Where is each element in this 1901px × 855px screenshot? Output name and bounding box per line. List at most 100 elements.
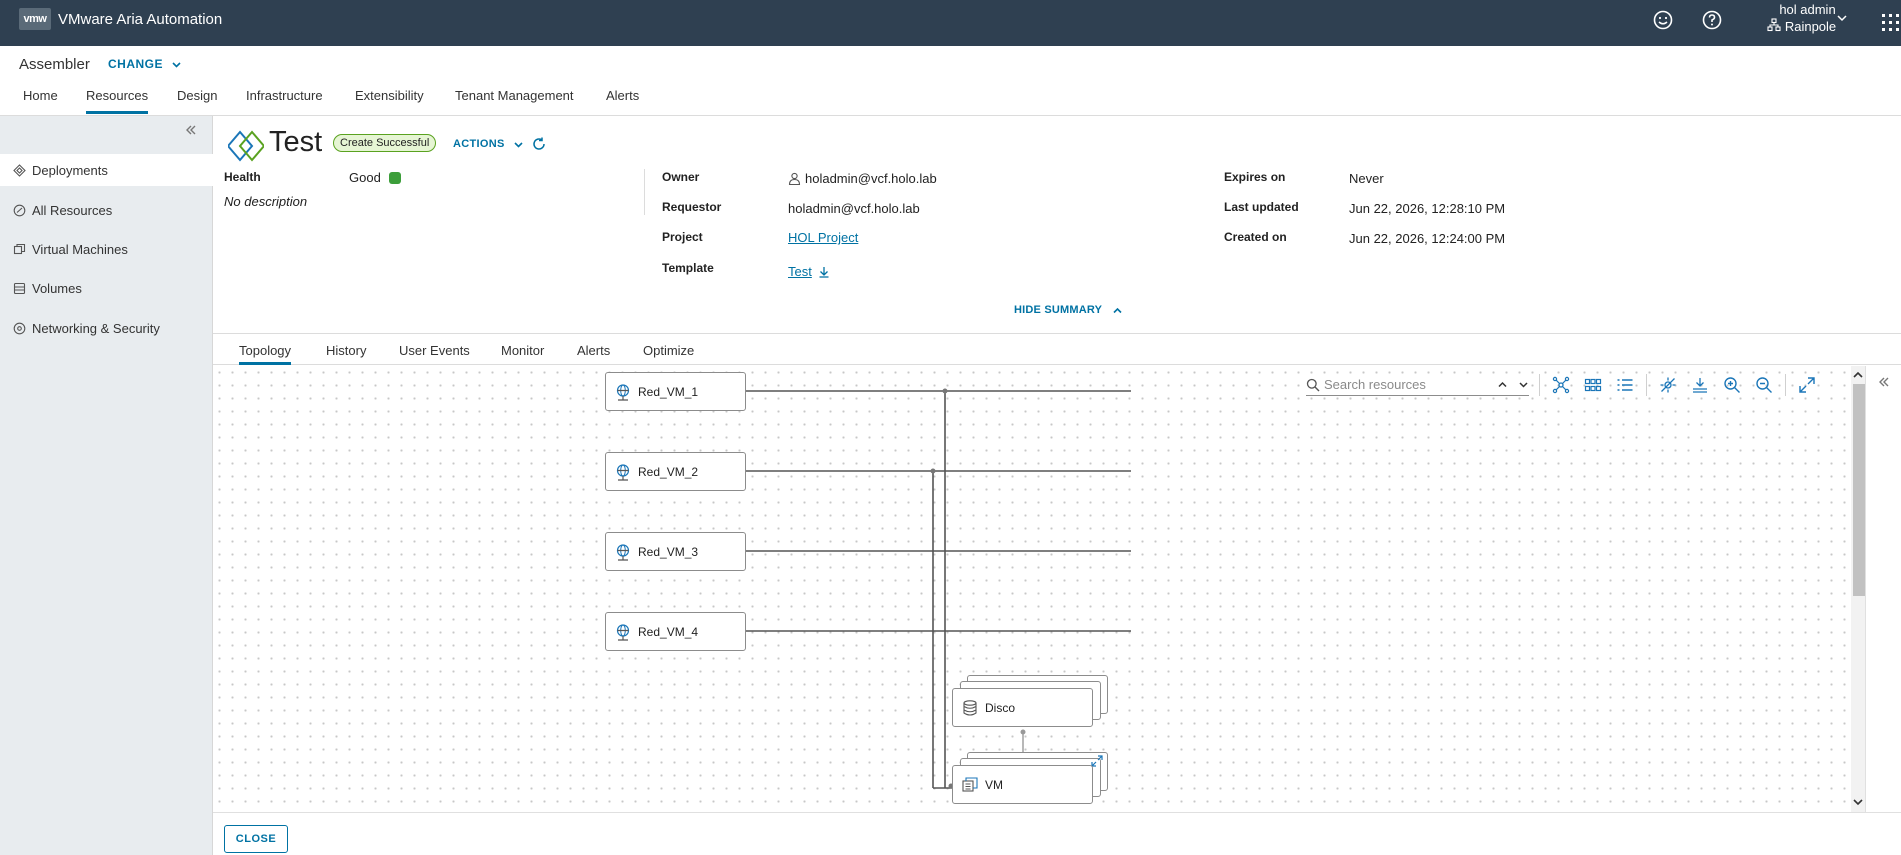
- owner-label: Owner: [662, 170, 700, 184]
- align-bottom-icon[interactable]: [1689, 374, 1711, 396]
- refresh-icon[interactable]: [531, 136, 547, 155]
- search-prev-chevron-up-icon[interactable]: [1497, 379, 1508, 390]
- health-status-dot: [388, 172, 401, 184]
- tab-alerts[interactable]: Alerts: [577, 343, 610, 358]
- actions-button[interactable]: ACTIONS: [453, 138, 524, 150]
- created-on-value: Jun 22, 2026, 12:24:00 PM: [1349, 231, 1506, 246]
- all-resources-icon: [13, 204, 26, 216]
- nav-design[interactable]: Design: [177, 88, 217, 111]
- user-chevron-down-icon[interactable]: [1836, 12, 1848, 27]
- toolbar-divider: [1785, 374, 1786, 396]
- canvas-scrollbar[interactable]: [1851, 366, 1865, 812]
- chevron-down-icon: [514, 141, 523, 148]
- hide-connections-icon[interactable]: [1657, 374, 1679, 396]
- chevron-up-icon: [1113, 307, 1122, 313]
- actions-label: ACTIONS: [453, 138, 505, 150]
- tab-optimize[interactable]: Optimize: [643, 343, 694, 358]
- vm-icon: [13, 243, 26, 254]
- node-label: Red_VM_1: [638, 384, 699, 399]
- deployment-icon: [226, 130, 266, 165]
- tab-history[interactable]: History: [326, 343, 366, 358]
- hide-summary-button[interactable]: HIDE SUMMARY: [1014, 304, 1123, 316]
- fullscreen-expand-icon[interactable]: [1796, 374, 1818, 396]
- nav-home[interactable]: Home: [23, 88, 58, 111]
- scroll-down-arrow-icon[interactable]: [1851, 795, 1865, 809]
- nav-tenant-management[interactable]: Tenant Management: [455, 88, 574, 111]
- deployment-tabs: Topology History User Events Monitor Ale…: [213, 333, 1901, 365]
- nav-infrastructure[interactable]: Infrastructure: [246, 88, 323, 111]
- deployment-summary: Test Create Successful ACTIONS Health Go…: [213, 117, 1901, 333]
- project-link[interactable]: HOL Project: [788, 230, 858, 245]
- last-updated-label: Last updated: [1224, 200, 1299, 214]
- template-link[interactable]: Test: [788, 264, 812, 279]
- node-label: Disco: [985, 700, 1016, 715]
- app-title: VMware Aria Automation: [58, 11, 223, 28]
- download-icon[interactable]: [818, 266, 830, 278]
- expand-panel-icon[interactable]: [1877, 375, 1891, 392]
- scroll-thumb[interactable]: [1853, 384, 1865, 596]
- zoom-out-icon[interactable]: [1753, 374, 1775, 396]
- grid-view-icon[interactable]: [1582, 374, 1604, 396]
- topology-node-vm[interactable]: VM: [952, 765, 1093, 804]
- help-icon[interactable]: [1701, 9, 1723, 31]
- tab-monitor[interactable]: Monitor: [501, 343, 544, 358]
- requestor-value: holadmin@vcf.holo.lab: [788, 201, 920, 216]
- volumes-icon: [13, 282, 26, 294]
- network-icon: [13, 322, 26, 334]
- topology-node-disco[interactable]: Disco: [952, 688, 1093, 727]
- template-label: Template: [662, 261, 714, 275]
- app-switcher-grid-icon[interactable]: [1880, 12, 1901, 36]
- nav-alerts[interactable]: Alerts: [606, 88, 639, 111]
- vm-icon: [962, 776, 978, 792]
- topology-node-red-vm-3[interactable]: Red_VM_3: [605, 532, 746, 571]
- topology-view-icon[interactable]: [1550, 374, 1572, 396]
- search-placeholder: Search resources: [1324, 377, 1426, 392]
- network-globe-icon: [616, 623, 630, 641]
- close-button[interactable]: CLOSE: [224, 825, 288, 853]
- nav-resources[interactable]: Resources: [86, 88, 149, 114]
- tab-topology[interactable]: Topology: [239, 343, 292, 365]
- vmw-logo: vmw: [19, 8, 51, 30]
- owner-text: holadmin@vcf.holo.lab: [805, 171, 937, 186]
- feedback-smiley-icon[interactable]: [1652, 9, 1674, 31]
- topology-canvas[interactable]: Red_VM_1 Red_VM_2 Red_VM_3 Red_VM_4 Disc…: [213, 366, 1851, 812]
- project-label: Project: [662, 230, 703, 244]
- node-label: Red_VM_4: [638, 624, 699, 639]
- tab-user-events[interactable]: User Events: [399, 343, 470, 358]
- owner-value: holadmin@vcf.holo.lab: [788, 171, 937, 186]
- topology-node-red-vm-2[interactable]: Red_VM_2: [605, 452, 746, 491]
- change-service-button[interactable]: CHANGE: [108, 57, 182, 71]
- nav-extensibility[interactable]: Extensibility: [355, 88, 424, 111]
- toolbar-divider: [1539, 374, 1540, 396]
- expires-value: Never: [1349, 171, 1384, 186]
- collapse-sidebar-icon[interactable]: [184, 123, 198, 140]
- last-updated-value: Jun 22, 2026, 12:28:10 PM: [1349, 201, 1506, 216]
- sidebar-item-label: All Resources: [32, 202, 113, 218]
- sidebar-item-volumes[interactable]: Volumes: [0, 272, 213, 304]
- sidebar-item-all-resources[interactable]: All Resources: [0, 194, 213, 226]
- sidebar-item-deployments[interactable]: Deployments: [0, 154, 213, 186]
- details-side-panel: [1865, 366, 1901, 812]
- network-globe-icon: [616, 543, 630, 561]
- sidebar-item-virtual-machines[interactable]: Virtual Machines: [0, 233, 213, 265]
- zoom-in-icon[interactable]: [1721, 374, 1743, 396]
- hide-summary-label: HIDE SUMMARY: [1014, 304, 1103, 316]
- health-label: Health: [224, 170, 261, 184]
- scroll-up-arrow-icon[interactable]: [1851, 368, 1865, 382]
- user-org: Rainpole: [1767, 18, 1836, 36]
- disk-icon: [963, 699, 977, 716]
- topology-node-red-vm-4[interactable]: Red_VM_4: [605, 612, 746, 651]
- search-next-chevron-down-icon[interactable]: [1518, 379, 1529, 390]
- list-view-icon[interactable]: [1614, 374, 1636, 396]
- app-header: vmw VMware Aria Automation hol admin Rai…: [0, 0, 1901, 46]
- network-globe-icon: [616, 463, 630, 481]
- topology-node-red-vm-1[interactable]: Red_VM_1: [605, 372, 746, 411]
- node-label: VM: [985, 777, 1003, 792]
- search-resources-input[interactable]: Search resources: [1306, 374, 1529, 396]
- deployment-footer: CLOSE: [213, 812, 1901, 855]
- toolbar-divider: [1646, 374, 1647, 396]
- topology-connections: [746, 388, 1131, 789]
- sidebar-item-networking-security[interactable]: Networking & Security: [0, 312, 213, 344]
- node-label: Red_VM_2: [638, 464, 699, 479]
- sidebar-item-label: Volumes: [32, 280, 82, 296]
